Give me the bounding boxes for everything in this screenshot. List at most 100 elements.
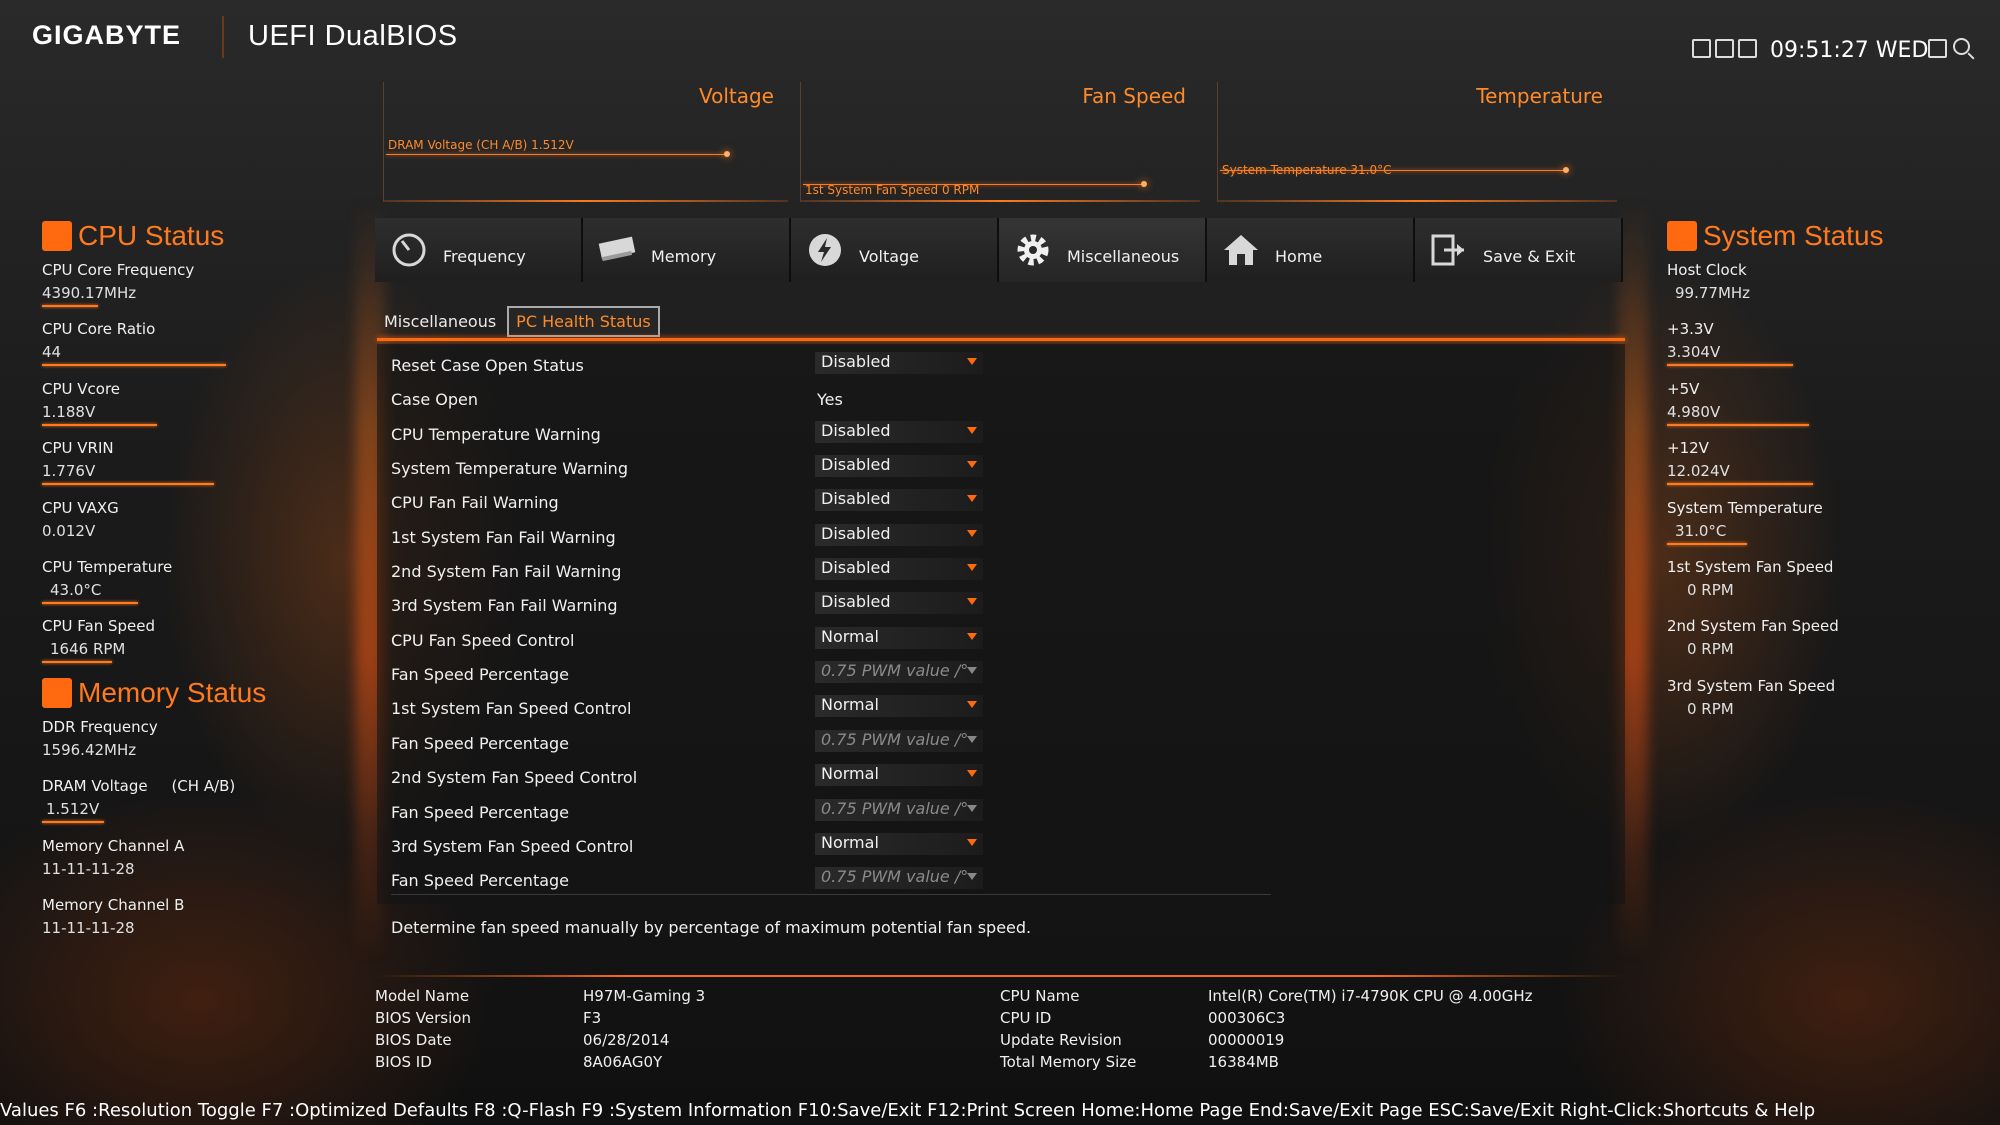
stat-value: 0 RPM (1687, 581, 1734, 599)
tab-memory[interactable]: Memory (583, 218, 791, 282)
info-value-update-revision: 00000019 (1208, 1031, 1285, 1049)
setting-cpu-fan-speed-percentage: Fan Speed Percentage 0.75 PWM value /° (391, 659, 1391, 687)
tab-home[interactable]: Home (1207, 218, 1415, 282)
setting-dropdown[interactable]: Normal (815, 764, 983, 786)
voltage-3v3: +3.3V 3.304V (1667, 320, 1793, 366)
sys-fan3-speed: 3rd System Fan Speed 0 RPM (1667, 677, 1835, 718)
setting-dropdown[interactable]: Disabled (815, 421, 983, 443)
panel-mode-icon[interactable] (1738, 39, 1757, 58)
setting-label: 3rd System Fan Speed Control (391, 837, 634, 856)
setting-dropdown[interactable]: Disabled (815, 558, 983, 580)
cpu-temperature: CPU Temperature 43.0°C (42, 558, 172, 604)
cpu-core-frequency: CPU Core Frequency 4390.17MHz (42, 261, 194, 307)
setting-cpu-fan-speed-control[interactable]: CPU Fan Speed Control Normal (391, 625, 1391, 653)
dropdown-value: 0.75 PWM value /° (821, 867, 969, 886)
product-title: UEFI DualBIOS (248, 20, 458, 52)
dropdown-value: 0.75 PWM value /° (821, 730, 969, 749)
system-gear-icon (1667, 221, 1697, 251)
dropdown-arrow-icon (967, 530, 977, 537)
setting-label: 2nd System Fan Fail Warning (391, 562, 622, 581)
setting-dropdown[interactable]: Disabled (815, 455, 983, 477)
host-clock: Host Clock 99.77MHz (1667, 261, 1750, 302)
sys-fan1-speed: 1st System Fan Speed 0 RPM (1667, 558, 1833, 599)
setting-dropdown[interactable]: Disabled (815, 592, 983, 614)
dropdown-arrow-icon (967, 873, 977, 880)
calendar-icon[interactable] (1928, 39, 1947, 58)
stat-value: 0 RPM (1687, 640, 1734, 658)
stat-value: 11-11-11-28 (42, 860, 135, 878)
stat-label: CPU Fan Speed (42, 617, 156, 635)
search-icon[interactable] (1953, 38, 1970, 55)
setting-reset-case-open-status[interactable]: Reset Case Open Status Disabled (391, 350, 1391, 378)
memory-channel-a: Memory Channel A 11-11-11-28 (42, 837, 184, 878)
system-status-label: System Status (1703, 220, 1884, 251)
memory-status-label: Memory Status (78, 677, 267, 708)
info-label-total-memory: Total Memory Size (1000, 1053, 1137, 1071)
cpu-vcore: CPU Vcore 1.188V (42, 380, 157, 426)
stat-label: 3rd System Fan Speed (1667, 677, 1836, 695)
info-label-bios-version: BIOS Version (375, 1009, 471, 1027)
setting-sys-fan1-speed-control[interactable]: 1st System Fan Speed Control Normal (391, 693, 1391, 721)
stat-value: 44 (42, 343, 62, 361)
stat-value: 43.0°C (50, 581, 102, 599)
stat-bar (42, 483, 214, 485)
setting-label: Fan Speed Percentage (391, 871, 570, 890)
stat-label: CPU Temperature (42, 558, 173, 576)
subtab-bar: Miscellaneous PC Health Status (377, 306, 660, 337)
setting-dropdown[interactable]: Normal (815, 627, 983, 649)
tab-frequency[interactable]: Frequency (375, 218, 583, 282)
stat-value: 4.980V (1667, 403, 1721, 421)
subtab-miscellaneous[interactable]: Miscellaneous (377, 306, 503, 337)
dropdown-arrow-icon (967, 461, 977, 468)
voltage-monitor-label: DRAM Voltage (CH A/B) 1.512V (388, 138, 574, 152)
tab-voltage[interactable]: Voltage (791, 218, 999, 282)
subtab-pc-health-status[interactable]: PC Health Status (507, 306, 660, 337)
setting-sys-fan3-speed-percentage: Fan Speed Percentage 0.75 PWM value /° (391, 865, 1391, 893)
info-value-bios-version: F3 (583, 1009, 602, 1027)
stat-bar (42, 364, 226, 366)
stat-bar (1667, 364, 1793, 366)
setting-dropdown[interactable]: Disabled (815, 489, 983, 511)
dropdown-arrow-icon (967, 633, 977, 640)
setting-dropdown-disabled: 0.75 PWM value /° (815, 730, 983, 752)
setting-sys-fan1-speed-percentage: Fan Speed Percentage 0.75 PWM value /° (391, 728, 1391, 756)
setting-dropdown[interactable]: Normal (815, 833, 983, 855)
stat-value: 0 RPM (1687, 700, 1734, 718)
setting-dropdown[interactable]: Normal (815, 695, 983, 717)
sys-fan2-speed: 2nd System Fan Speed 0 RPM (1667, 617, 1839, 658)
setting-dropdown[interactable]: Disabled (815, 352, 983, 374)
setting-sys-fan2-fail-warning[interactable]: 2nd System Fan Fail Warning Disabled (391, 556, 1391, 584)
setting-dropdown[interactable]: Disabled (815, 524, 983, 546)
cpu-status-title: CPU Status (42, 220, 224, 252)
info-label-update-revision: Update Revision (1000, 1031, 1122, 1049)
tab-miscellaneous[interactable]: Miscellaneous (999, 218, 1207, 282)
stat-label: CPU VRIN (42, 439, 114, 457)
stat-label: Memory Channel B (42, 896, 185, 914)
grid-mode-icon[interactable] (1715, 39, 1734, 58)
subtab-underline (377, 338, 1625, 341)
voltage-monitor-title: Voltage (698, 84, 774, 108)
setting-sys-fan3-speed-control[interactable]: 3rd System Fan Speed Control Normal (391, 831, 1391, 859)
info-value-total-memory: 16384MB (1208, 1053, 1279, 1071)
dropdown-arrow-icon (967, 564, 977, 571)
setting-cpu-temperature-warning[interactable]: CPU Temperature Warning Disabled (391, 419, 1391, 447)
dropdown-value: Normal (821, 833, 879, 852)
setting-sys-fan2-speed-control[interactable]: 2nd System Fan Speed Control Normal (391, 762, 1391, 790)
setting-system-temperature-warning[interactable]: System Temperature Warning Disabled (391, 453, 1391, 481)
voltage-monitor-marker (724, 151, 730, 157)
setting-cpu-fan-fail-warning[interactable]: CPU Fan Fail Warning Disabled (391, 487, 1391, 515)
dropdown-value: Normal (821, 764, 879, 783)
dropdown-arrow-icon (967, 495, 977, 502)
dropdown-arrow-icon (967, 667, 977, 674)
setting-label: Reset Case Open Status (391, 356, 584, 375)
classic-mode-icon[interactable] (1692, 39, 1711, 58)
tab-save-exit[interactable]: Save & Exit (1415, 218, 1623, 282)
stat-value: 1.188V (42, 403, 96, 421)
setting-label: CPU Fan Speed Control (391, 631, 575, 650)
memory-status-title: Memory Status (42, 677, 266, 709)
setting-sys-fan3-fail-warning[interactable]: 3rd System Fan Fail Warning Disabled (391, 590, 1391, 618)
temperature-monitor-line (1220, 170, 1565, 171)
stat-label: CPU Vcore (42, 380, 121, 398)
setting-sys-fan1-fail-warning[interactable]: 1st System Fan Fail Warning Disabled (391, 522, 1391, 550)
stat-bar (42, 305, 98, 307)
